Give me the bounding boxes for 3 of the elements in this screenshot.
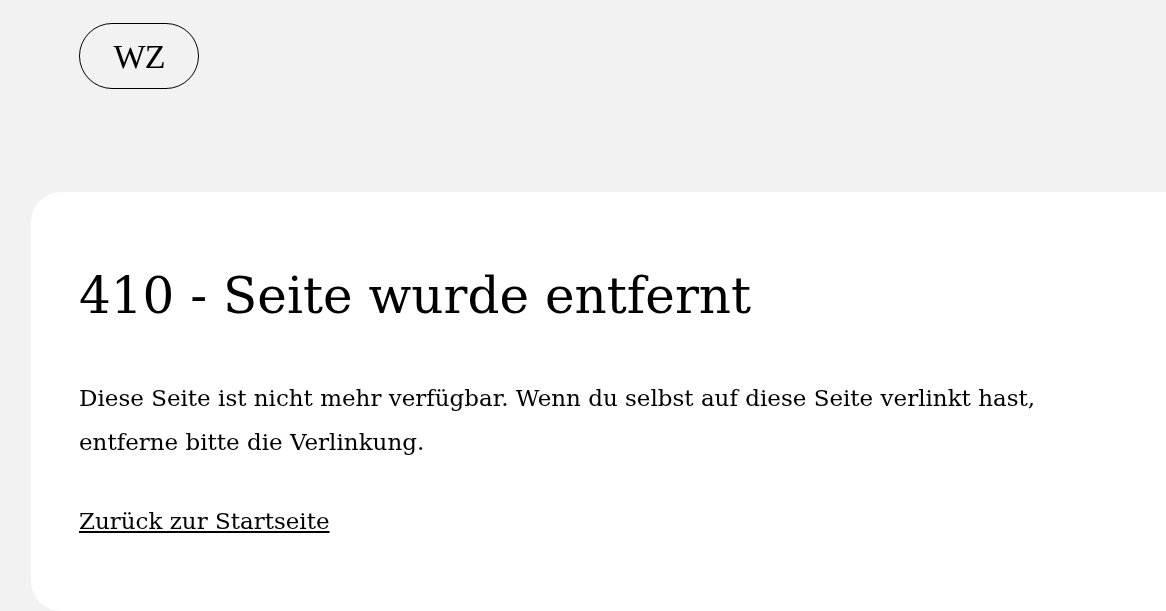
home-link[interactable]: Zurück zur Startseite xyxy=(79,508,330,534)
page-title: 410 - Seite wurde entfernt xyxy=(79,266,753,327)
error-message: Diese Seite ist nicht mehr verfügbar. Wenn du selbst auf diese Seite verlinkt hast, entferne bitte die Verlinkung. xyxy=(79,384,1037,457)
